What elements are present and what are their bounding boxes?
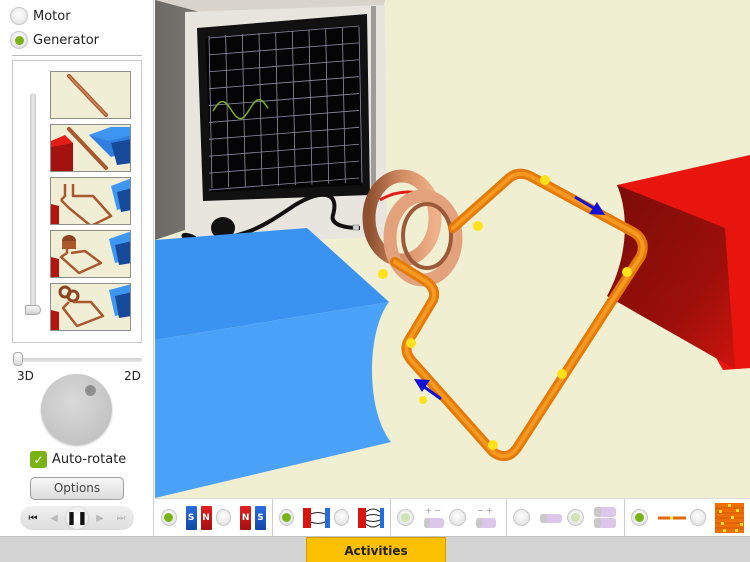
battery-polarity-2-radio[interactable] — [449, 509, 466, 526]
battery-count-group — [507, 498, 625, 537]
display-options-toolbar: S N N S + − − + — [155, 498, 750, 537]
mode-motor-radio[interactable] — [10, 7, 28, 25]
playback-controls: ⏮ ◀ ❚❚ ▶ ⏭ — [20, 506, 134, 530]
wire-loop — [378, 168, 648, 462]
view-2d-label: 2D — [124, 369, 141, 383]
scene-canvas[interactable] — [155, 0, 750, 498]
field-lines-group — [273, 498, 391, 537]
magnet-orientation-ns-radio[interactable] — [215, 509, 232, 526]
current-display-group — [625, 499, 750, 537]
level-option-straight-wire[interactable] — [50, 71, 131, 119]
battery-polarity-1-radio[interactable] — [397, 509, 414, 526]
level-slider-track[interactable] — [30, 93, 36, 311]
north-magnet — [607, 155, 750, 370]
cable-connector — [352, 224, 360, 231]
rewind-icon: ⏮ — [28, 512, 38, 524]
auto-rotate-checkbox[interactable]: ✓ — [30, 451, 47, 468]
oscilloscope — [155, 0, 387, 247]
svg-text:+ −: + − — [425, 506, 441, 515]
level-option-loop-with-commutator[interactable] — [50, 230, 131, 278]
level-option-wire-between-magnets[interactable] — [50, 124, 131, 172]
rewind-button[interactable]: ⏮ — [24, 509, 42, 527]
step-back-button[interactable]: ◀ — [45, 509, 63, 527]
view-3d-label: 3D — [17, 369, 34, 383]
pause-icon: ❚❚ — [66, 510, 88, 526]
electron-flow-icon — [715, 502, 744, 533]
wire-magnets-icon — [51, 127, 130, 171]
skip-end-icon: ⏭ — [116, 512, 126, 524]
magnet-n-left: N — [240, 505, 252, 530]
current-dashes-icon — [657, 516, 686, 519]
rectangular-loop-icon — [51, 178, 130, 224]
slip-rings-loop-icon — [51, 284, 130, 330]
magnet-s-right: S — [255, 505, 266, 530]
view-slider-track[interactable] — [14, 358, 142, 362]
auto-rotate-label: Auto-rotate — [52, 452, 127, 467]
step-forward-button[interactable]: ▶ — [91, 509, 109, 527]
mode-generator-option[interactable]: Generator — [10, 31, 99, 49]
current-arrows — [414, 195, 605, 401]
straight-wire-icon — [67, 74, 108, 117]
two-batteries-radio[interactable] — [567, 509, 584, 526]
magnet-orientation-group: S N N S — [155, 498, 273, 537]
mode-motor-label: Motor — [33, 8, 71, 24]
step-back-icon: ◀ — [50, 512, 58, 524]
oscilloscope-edge — [371, 6, 376, 206]
svg-text:− +: − + — [477, 506, 493, 515]
single-field-line-icon — [303, 507, 330, 528]
pause-button[interactable]: ❚❚ — [66, 507, 88, 529]
one-battery-icon — [540, 513, 562, 523]
options-button[interactable]: Options — [30, 477, 124, 500]
two-batteries-icon — [594, 506, 616, 528]
simulation-scene[interactable] — [155, 0, 750, 498]
magnet-orientation-sn-radio[interactable] — [161, 509, 177, 526]
battery-polarity-group: + − − + — [391, 498, 507, 537]
magnet-s-left: S — [185, 505, 197, 530]
commutator-loop-icon — [51, 231, 130, 277]
level-selector — [12, 60, 142, 343]
rotation-knob-indicator — [85, 385, 96, 396]
mode-generator-label: Generator — [33, 32, 100, 48]
skip-end-button[interactable]: ⏭ — [112, 509, 130, 527]
single-field-radio[interactable] — [279, 509, 295, 526]
mode-generator-radio[interactable] — [10, 31, 28, 49]
divider — [12, 55, 142, 56]
level-option-rectangular-loop[interactable] — [50, 177, 131, 225]
auto-rotate-toggle[interactable]: ✓ Auto-rotate — [30, 451, 126, 468]
rotation-knob[interactable] — [41, 374, 112, 445]
electron-flow-radio[interactable] — [689, 509, 706, 526]
app: Motor Generator 3D 2D ✓ Auto-rotate Opti… — [0, 0, 750, 562]
battery-plus-minus-icon: + − — [424, 506, 444, 528]
south-magnet — [155, 228, 391, 498]
multiple-field-lines-icon — [357, 507, 384, 528]
magnet-n-right: N — [200, 505, 212, 530]
bottom-tab-bar: Activities — [0, 536, 750, 562]
battery-minus-plus-icon: − + — [476, 506, 496, 528]
control-panel: Motor Generator 3D 2D ✓ Auto-rotate Opti… — [0, 0, 154, 536]
one-battery-radio[interactable] — [513, 509, 530, 526]
view-slider-thumb[interactable] — [13, 352, 23, 366]
multiple-field-radio[interactable] — [333, 509, 349, 526]
step-forward-icon: ▶ — [96, 512, 104, 524]
current-dashes-radio[interactable] — [631, 509, 648, 526]
activities-tab[interactable]: Activities — [306, 537, 446, 562]
level-slider-thumb[interactable] — [25, 305, 41, 315]
mode-motor-option[interactable]: Motor — [10, 7, 71, 25]
level-option-loop-with-slip-rings[interactable] — [50, 283, 131, 331]
